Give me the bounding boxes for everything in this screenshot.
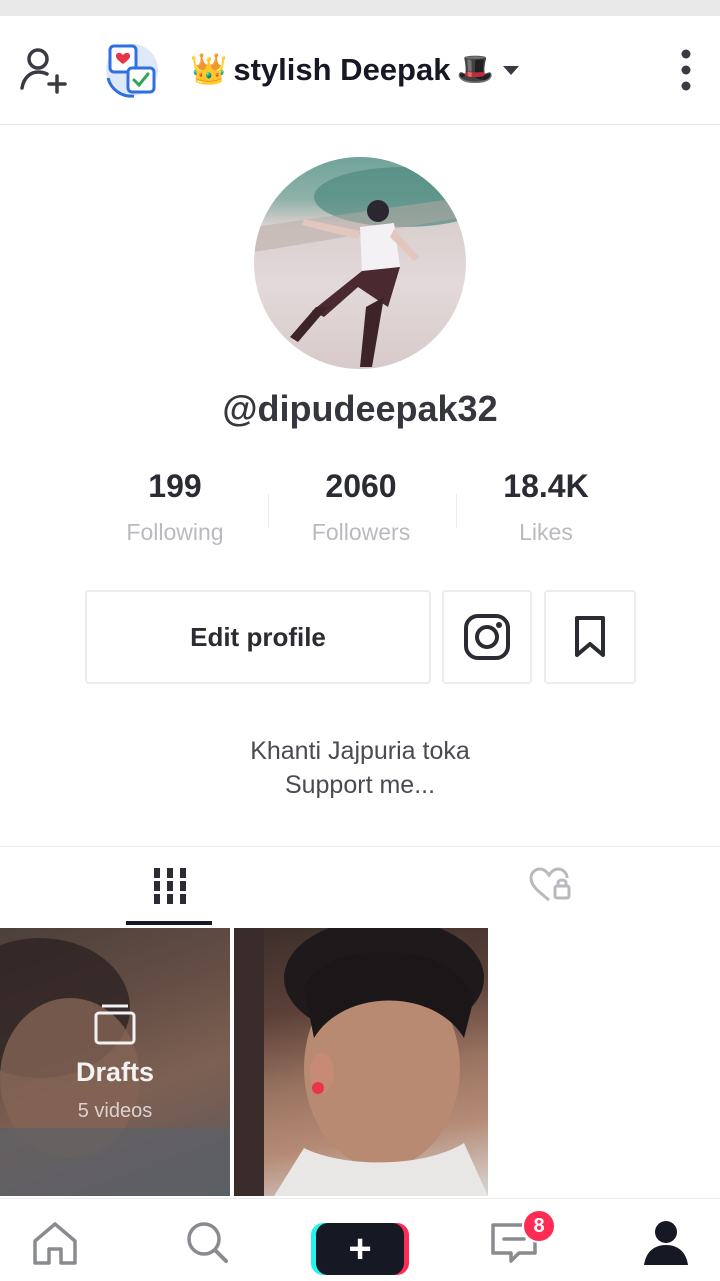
profile-header: 👑 stylish Deepak 🎩 bbox=[0, 16, 720, 125]
inbox-badge: 8 bbox=[522, 1209, 556, 1243]
likes-label: Likes bbox=[519, 519, 573, 545]
favorites-button[interactable] bbox=[544, 590, 636, 684]
instagram-button[interactable] bbox=[442, 590, 532, 684]
me-icon bbox=[644, 1221, 688, 1265]
edit-profile-button[interactable]: Edit profile bbox=[85, 590, 431, 684]
followers-label: Followers bbox=[311, 519, 411, 545]
instagram-icon bbox=[464, 614, 510, 660]
grid-icon bbox=[154, 868, 186, 904]
switch-app-icon bbox=[106, 44, 158, 98]
nav-inbox[interactable]: 8 bbox=[464, 1199, 564, 1281]
more-icon bbox=[681, 49, 691, 91]
profile-avatar[interactable] bbox=[254, 157, 466, 369]
create-icon: + bbox=[316, 1223, 404, 1275]
drafts-label: Drafts bbox=[75, 1057, 155, 1087]
nav-home[interactable] bbox=[5, 1199, 105, 1281]
avatar-photo bbox=[254, 167, 466, 367]
top-hat-emoji: 🎩 bbox=[456, 53, 494, 86]
more-options-button[interactable] bbox=[658, 16, 714, 124]
add-friend-button[interactable] bbox=[12, 16, 72, 124]
chevron-down-icon bbox=[502, 66, 519, 75]
active-tab-indicator bbox=[126, 921, 212, 925]
nav-create[interactable]: + bbox=[310, 1199, 410, 1281]
likes-stat[interactable]: 18.4K Likes bbox=[446, 468, 646, 546]
crown-emoji: 👑 bbox=[190, 53, 228, 86]
likes-count: 18.4K bbox=[503, 468, 589, 504]
account-switcher[interactable]: 👑 stylish Deepak 🎩 bbox=[190, 16, 522, 124]
video-tile[interactable] bbox=[234, 928, 488, 1196]
heart-lock-icon bbox=[529, 867, 571, 902]
video-thumbnail bbox=[234, 928, 488, 1196]
nav-discover[interactable] bbox=[157, 1199, 257, 1281]
home-icon bbox=[33, 1222, 77, 1265]
bio-line: Support me... bbox=[284, 771, 436, 799]
plus-glyph: + bbox=[348, 1227, 372, 1271]
switch-app-button[interactable] bbox=[100, 16, 164, 124]
tab-videos[interactable] bbox=[0, 848, 340, 924]
tab-liked[interactable] bbox=[380, 848, 720, 924]
account-title: stylish Deepak bbox=[233, 52, 451, 87]
drafts-icon bbox=[94, 1004, 136, 1045]
following-stat[interactable]: 199 Following bbox=[75, 468, 275, 546]
discover-icon bbox=[187, 1222, 228, 1263]
drafts-count: 5 videos bbox=[77, 1100, 153, 1122]
profile-bio: Khanti Jajpuria toka Support me... bbox=[0, 734, 720, 802]
profile-username: @dipudeepak32 bbox=[222, 388, 498, 429]
drafts-tile[interactable]: Drafts 5 videos bbox=[0, 928, 230, 1196]
tabs-divider bbox=[0, 846, 720, 847]
bottom-navigation: + 8 bbox=[0, 1198, 720, 1281]
bio-line: Khanti Jajpuria toka bbox=[250, 737, 470, 765]
following-count: 199 bbox=[148, 468, 202, 504]
bookmark-icon bbox=[575, 616, 605, 657]
drafts-overlay: Drafts 5 videos bbox=[0, 928, 230, 1196]
followers-stat[interactable]: 2060 Followers bbox=[261, 468, 461, 546]
followers-count: 2060 bbox=[325, 468, 397, 504]
nav-me[interactable] bbox=[616, 1199, 716, 1281]
status-bar bbox=[0, 0, 720, 16]
following-label: Following bbox=[126, 519, 224, 545]
add-user-icon bbox=[20, 48, 67, 94]
